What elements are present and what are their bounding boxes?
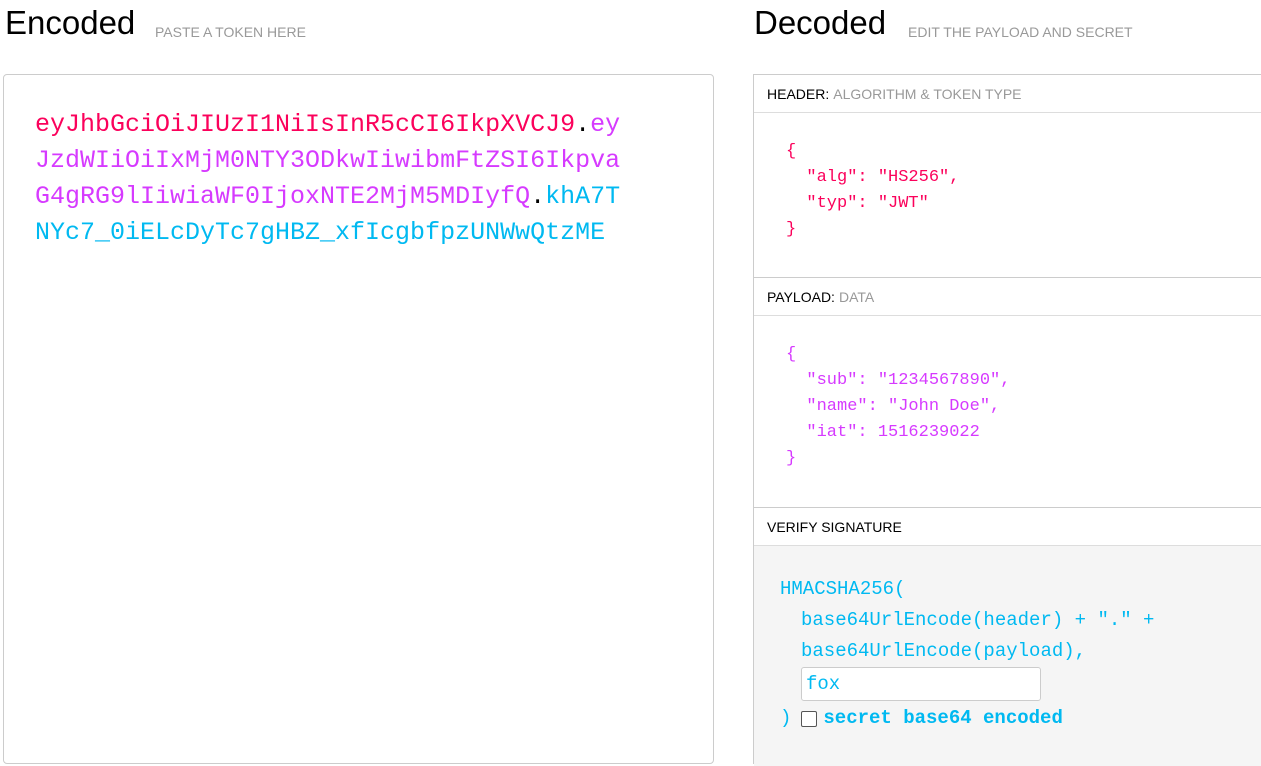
verify-line: HMACSHA256( <box>780 578 906 600</box>
header-label: HEADER: <box>767 86 830 102</box>
secret-input[interactable] <box>801 667 1041 701</box>
encoded-title: Encoded <box>5 4 136 41</box>
payload-section-label: PAYLOAD: DATA <box>754 278 1261 316</box>
decoded-panel: HEADER: ALGORITHM & TOKEN TYPE { "alg": "… <box>753 74 1261 766</box>
decoded-title: Decoded <box>754 4 887 41</box>
encoded-subtitle: PASTE A TOKEN HERE <box>155 24 306 40</box>
encoded-token-editor[interactable]: eyJhbGciOiJIUzI1NiIsInR5cCI6IkpXVCJ9.eyJ… <box>3 74 714 764</box>
token-dot: . <box>530 182 546 211</box>
verify-line: base64UrlEncode(header) + "." + <box>801 609 1155 631</box>
payload-label: PAYLOAD: <box>767 289 835 305</box>
base64-checkbox-label[interactable]: secret base64 encoded <box>823 703 1062 734</box>
verify-section-label: VERIFY SIGNATURE <box>754 508 1261 546</box>
payload-json-editor[interactable]: { "sub": "1234567890", "name": "John Doe… <box>754 316 1261 508</box>
payload-sublabel: DATA <box>838 289 875 305</box>
token-dot: . <box>575 110 591 139</box>
header-section-label: HEADER: ALGORITHM & TOKEN TYPE <box>754 75 1261 113</box>
close-paren: ) <box>780 707 792 729</box>
verify-line: base64UrlEncode(payload), <box>801 640 1087 662</box>
decoded-subtitle: EDIT THE PAYLOAD AND SECRET <box>908 24 1133 40</box>
base64-checkbox[interactable] <box>801 710 818 727</box>
token-header-part: eyJhbGciOiJIUzI1NiIsInR5cCI6IkpXVCJ9 <box>35 110 576 139</box>
header-json-editor[interactable]: { "alg": "HS256", "typ": "JWT" } <box>754 113 1261 278</box>
verify-signature-section: HMACSHA256( base64UrlEncode(header) + ".… <box>754 546 1261 766</box>
header-sublabel: ALGORITHM & TOKEN TYPE <box>833 86 1022 102</box>
encoded-token-text[interactable]: eyJhbGciOiJIUzI1NiIsInR5cCI6IkpXVCJ9.eyJ… <box>35 107 635 251</box>
